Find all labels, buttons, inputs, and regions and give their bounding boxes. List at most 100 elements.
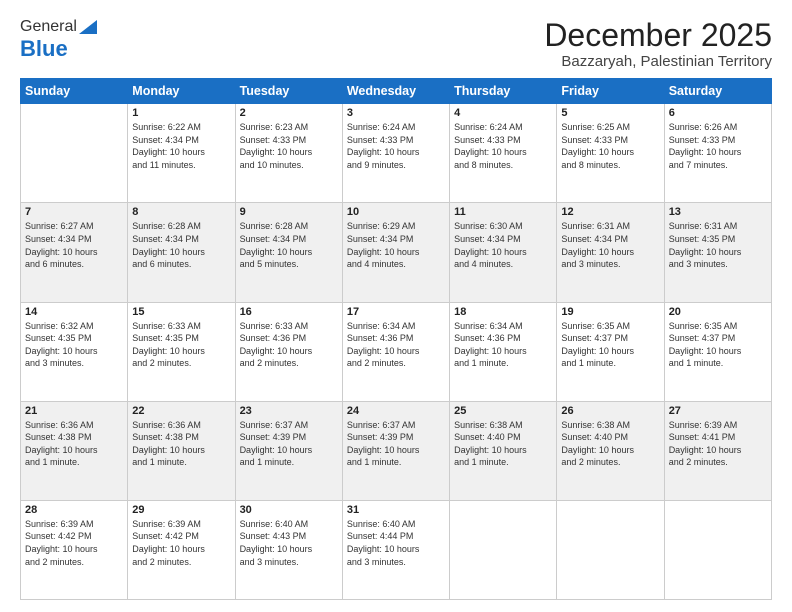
day-info: Sunrise: 6:27 AM Sunset: 4:34 PM Dayligh… bbox=[25, 220, 123, 270]
calendar-cell bbox=[557, 500, 664, 599]
day-number: 29 bbox=[132, 504, 230, 516]
day-info: Sunrise: 6:35 AM Sunset: 4:37 PM Dayligh… bbox=[669, 320, 767, 370]
day-info: Sunrise: 6:37 AM Sunset: 4:39 PM Dayligh… bbox=[240, 419, 338, 469]
day-info: Sunrise: 6:26 AM Sunset: 4:33 PM Dayligh… bbox=[669, 121, 767, 171]
calendar-cell: 17 Sunrise: 6:34 AM Sunset: 4:36 PM Dayli… bbox=[342, 302, 449, 401]
calendar-cell: 23 Sunrise: 6:37 AM Sunset: 4:39 PM Dayli… bbox=[235, 401, 342, 500]
day-number: 22 bbox=[132, 405, 230, 417]
calendar-cell: 1Sunrise: 6:22 AM Sunset: 4:34 PM Daylig… bbox=[128, 104, 235, 203]
calendar-cell: 30Sunrise: 6:40 AM Sunset: 4:43 PM Dayli… bbox=[235, 500, 342, 599]
day-number: 21 bbox=[25, 405, 123, 417]
weekday-friday: Friday bbox=[557, 79, 664, 104]
logo-general-text: General bbox=[20, 18, 77, 36]
weekday-tuesday: Tuesday bbox=[235, 79, 342, 104]
day-info: Sunrise: 6:39 AM Sunset: 4:42 PM Dayligh… bbox=[132, 518, 230, 568]
day-info: Sunrise: 6:33 AM Sunset: 4:36 PM Dayligh… bbox=[240, 320, 338, 370]
day-number: 16 bbox=[240, 306, 338, 318]
calendar-cell: 16 Sunrise: 6:33 AM Sunset: 4:36 PM Dayli… bbox=[235, 302, 342, 401]
day-number: 18 bbox=[454, 306, 552, 318]
calendar-cell: 19 Sunrise: 6:35 AM Sunset: 4:37 PM Dayli… bbox=[557, 302, 664, 401]
calendar-cell: 14 Sunrise: 6:32 AM Sunset: 4:35 PM Dayli… bbox=[21, 302, 128, 401]
day-number: 11 bbox=[454, 206, 552, 218]
title-block: December 2025 Bazzaryah, Palestinian Ter… bbox=[544, 18, 772, 70]
logo-icon bbox=[79, 20, 97, 34]
day-info: Sunrise: 6:37 AM Sunset: 4:39 PM Dayligh… bbox=[347, 419, 445, 469]
calendar-cell: 29 Sunrise: 6:39 AM Sunset: 4:42 PM Dayli… bbox=[128, 500, 235, 599]
logo: General Blue bbox=[20, 18, 97, 62]
day-info: Sunrise: 6:31 AM Sunset: 4:34 PM Dayligh… bbox=[561, 220, 659, 270]
day-info: Sunrise: 6:33 AM Sunset: 4:35 PM Dayligh… bbox=[132, 320, 230, 370]
day-number: 19 bbox=[561, 306, 659, 318]
calendar-cell: 13 Sunrise: 6:31 AM Sunset: 4:35 PM Dayli… bbox=[664, 203, 771, 302]
calendar-cell: 26 Sunrise: 6:38 AM Sunset: 4:40 PM Dayli… bbox=[557, 401, 664, 500]
day-number: 14 bbox=[25, 306, 123, 318]
day-info: Sunrise: 6:39 AM Sunset: 4:41 PM Dayligh… bbox=[669, 419, 767, 469]
day-number: 13 bbox=[669, 206, 767, 218]
day-number: 27 bbox=[669, 405, 767, 417]
day-info: Sunrise: 6:32 AM Sunset: 4:35 PM Dayligh… bbox=[25, 320, 123, 370]
day-info: Sunrise: 6:31 AM Sunset: 4:35 PM Dayligh… bbox=[669, 220, 767, 270]
calendar-body: 1Sunrise: 6:22 AM Sunset: 4:34 PM Daylig… bbox=[21, 104, 772, 600]
weekday-thursday: Thursday bbox=[450, 79, 557, 104]
day-info: Sunrise: 6:25 AM Sunset: 4:33 PM Dayligh… bbox=[561, 121, 659, 171]
day-info: Sunrise: 6:36 AM Sunset: 4:38 PM Dayligh… bbox=[25, 419, 123, 469]
day-info: Sunrise: 6:34 AM Sunset: 4:36 PM Dayligh… bbox=[454, 320, 552, 370]
day-info: Sunrise: 6:22 AM Sunset: 4:34 PM Dayligh… bbox=[132, 121, 230, 171]
weekday-header-row: SundayMondayTuesdayWednesdayThursdayFrid… bbox=[21, 79, 772, 104]
day-info: Sunrise: 6:34 AM Sunset: 4:36 PM Dayligh… bbox=[347, 320, 445, 370]
day-info: Sunrise: 6:24 AM Sunset: 4:33 PM Dayligh… bbox=[454, 121, 552, 171]
weekday-wednesday: Wednesday bbox=[342, 79, 449, 104]
day-info: Sunrise: 6:24 AM Sunset: 4:33 PM Dayligh… bbox=[347, 121, 445, 171]
calendar-cell: 11 Sunrise: 6:30 AM Sunset: 4:34 PM Dayli… bbox=[450, 203, 557, 302]
calendar-cell: 6 Sunrise: 6:26 AM Sunset: 4:33 PM Daylig… bbox=[664, 104, 771, 203]
day-number: 7 bbox=[25, 206, 123, 218]
calendar-cell: 24Sunrise: 6:37 AM Sunset: 4:39 PM Dayli… bbox=[342, 401, 449, 500]
day-info: Sunrise: 6:40 AM Sunset: 4:44 PM Dayligh… bbox=[347, 518, 445, 568]
logo-blue-text: Blue bbox=[20, 36, 68, 62]
day-number: 9 bbox=[240, 206, 338, 218]
day-number: 25 bbox=[454, 405, 552, 417]
day-number: 2 bbox=[240, 107, 338, 119]
calendar-cell: 28Sunrise: 6:39 AM Sunset: 4:42 PM Dayli… bbox=[21, 500, 128, 599]
calendar-cell: 10 Sunrise: 6:29 AM Sunset: 4:34 PM Dayli… bbox=[342, 203, 449, 302]
day-info: Sunrise: 6:38 AM Sunset: 4:40 PM Dayligh… bbox=[454, 419, 552, 469]
day-number: 20 bbox=[669, 306, 767, 318]
calendar-cell: 8Sunrise: 6:28 AM Sunset: 4:34 PM Daylig… bbox=[128, 203, 235, 302]
calendar-cell: 4 Sunrise: 6:24 AM Sunset: 4:33 PM Daylig… bbox=[450, 104, 557, 203]
week-row-2: 7 Sunrise: 6:27 AM Sunset: 4:34 PM Daylig… bbox=[21, 203, 772, 302]
day-number: 17 bbox=[347, 306, 445, 318]
day-number: 10 bbox=[347, 206, 445, 218]
page: General Blue December 2025 Bazzaryah, Pa… bbox=[0, 0, 792, 612]
calendar-cell: 7 Sunrise: 6:27 AM Sunset: 4:34 PM Daylig… bbox=[21, 203, 128, 302]
calendar-cell: 18 Sunrise: 6:34 AM Sunset: 4:36 PM Dayli… bbox=[450, 302, 557, 401]
day-info: Sunrise: 6:29 AM Sunset: 4:34 PM Dayligh… bbox=[347, 220, 445, 270]
calendar-cell: 3 Sunrise: 6:24 AM Sunset: 4:33 PM Daylig… bbox=[342, 104, 449, 203]
calendar-cell: 31 Sunrise: 6:40 AM Sunset: 4:44 PM Dayli… bbox=[342, 500, 449, 599]
calendar-cell: 27 Sunrise: 6:39 AM Sunset: 4:41 PM Dayli… bbox=[664, 401, 771, 500]
day-info: Sunrise: 6:30 AM Sunset: 4:34 PM Dayligh… bbox=[454, 220, 552, 270]
day-info: Sunrise: 6:35 AM Sunset: 4:37 PM Dayligh… bbox=[561, 320, 659, 370]
day-number: 31 bbox=[347, 504, 445, 516]
day-number: 23 bbox=[240, 405, 338, 417]
calendar-cell bbox=[664, 500, 771, 599]
month-title: December 2025 bbox=[544, 18, 772, 53]
calendar-cell: 20 Sunrise: 6:35 AM Sunset: 4:37 PM Dayli… bbox=[664, 302, 771, 401]
calendar-cell: 15Sunrise: 6:33 AM Sunset: 4:35 PM Dayli… bbox=[128, 302, 235, 401]
day-info: Sunrise: 6:39 AM Sunset: 4:42 PM Dayligh… bbox=[25, 518, 123, 568]
week-row-4: 21 Sunrise: 6:36 AM Sunset: 4:38 PM Dayli… bbox=[21, 401, 772, 500]
day-info: Sunrise: 6:28 AM Sunset: 4:34 PM Dayligh… bbox=[132, 220, 230, 270]
day-number: 4 bbox=[454, 107, 552, 119]
calendar-cell: 22 Sunrise: 6:36 AM Sunset: 4:38 PM Dayli… bbox=[128, 401, 235, 500]
weekday-saturday: Saturday bbox=[664, 79, 771, 104]
calendar-cell: 5 Sunrise: 6:25 AM Sunset: 4:33 PM Daylig… bbox=[557, 104, 664, 203]
day-number: 5 bbox=[561, 107, 659, 119]
calendar-cell: 12Sunrise: 6:31 AM Sunset: 4:34 PM Dayli… bbox=[557, 203, 664, 302]
day-number: 30 bbox=[240, 504, 338, 516]
day-number: 26 bbox=[561, 405, 659, 417]
weekday-sunday: Sunday bbox=[21, 79, 128, 104]
day-info: Sunrise: 6:36 AM Sunset: 4:38 PM Dayligh… bbox=[132, 419, 230, 469]
day-number: 3 bbox=[347, 107, 445, 119]
day-info: Sunrise: 6:28 AM Sunset: 4:34 PM Dayligh… bbox=[240, 220, 338, 270]
day-number: 6 bbox=[669, 107, 767, 119]
day-info: Sunrise: 6:38 AM Sunset: 4:40 PM Dayligh… bbox=[561, 419, 659, 469]
